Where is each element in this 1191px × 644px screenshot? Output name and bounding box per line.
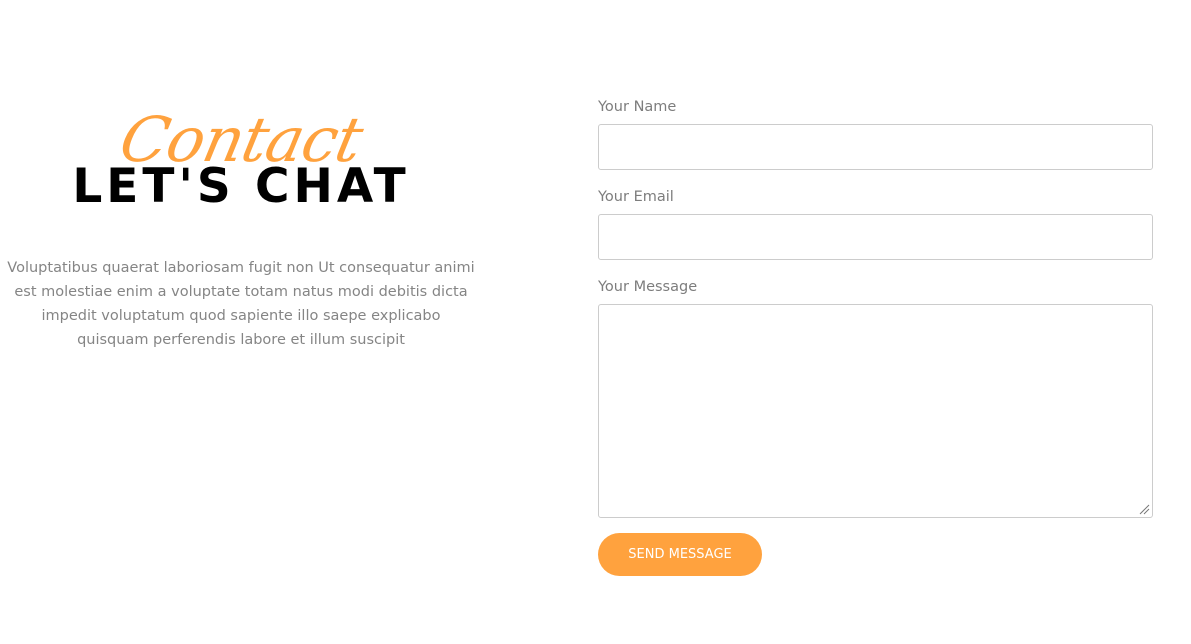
send-message-button[interactable]: SEND MESSAGE [598, 533, 762, 576]
contact-section: Contact LET'S CHAT Voluptatibus quaerat … [0, 0, 1191, 644]
name-field[interactable] [598, 124, 1153, 170]
resize-handle-icon[interactable] [1138, 503, 1150, 515]
message-field[interactable] [598, 304, 1153, 518]
name-label: Your Name [598, 99, 677, 115]
page-title: LET'S CHAT [72, 159, 410, 214]
intro-description: Voluptatibus quaerat laboriosam fugit no… [7, 260, 475, 348]
contact-intro: Contact LET'S CHAT Voluptatibus quaerat … [0, 0, 482, 644]
email-label: Your Email [598, 189, 674, 205]
message-label: Your Message [598, 279, 698, 295]
email-field[interactable] [598, 214, 1153, 260]
